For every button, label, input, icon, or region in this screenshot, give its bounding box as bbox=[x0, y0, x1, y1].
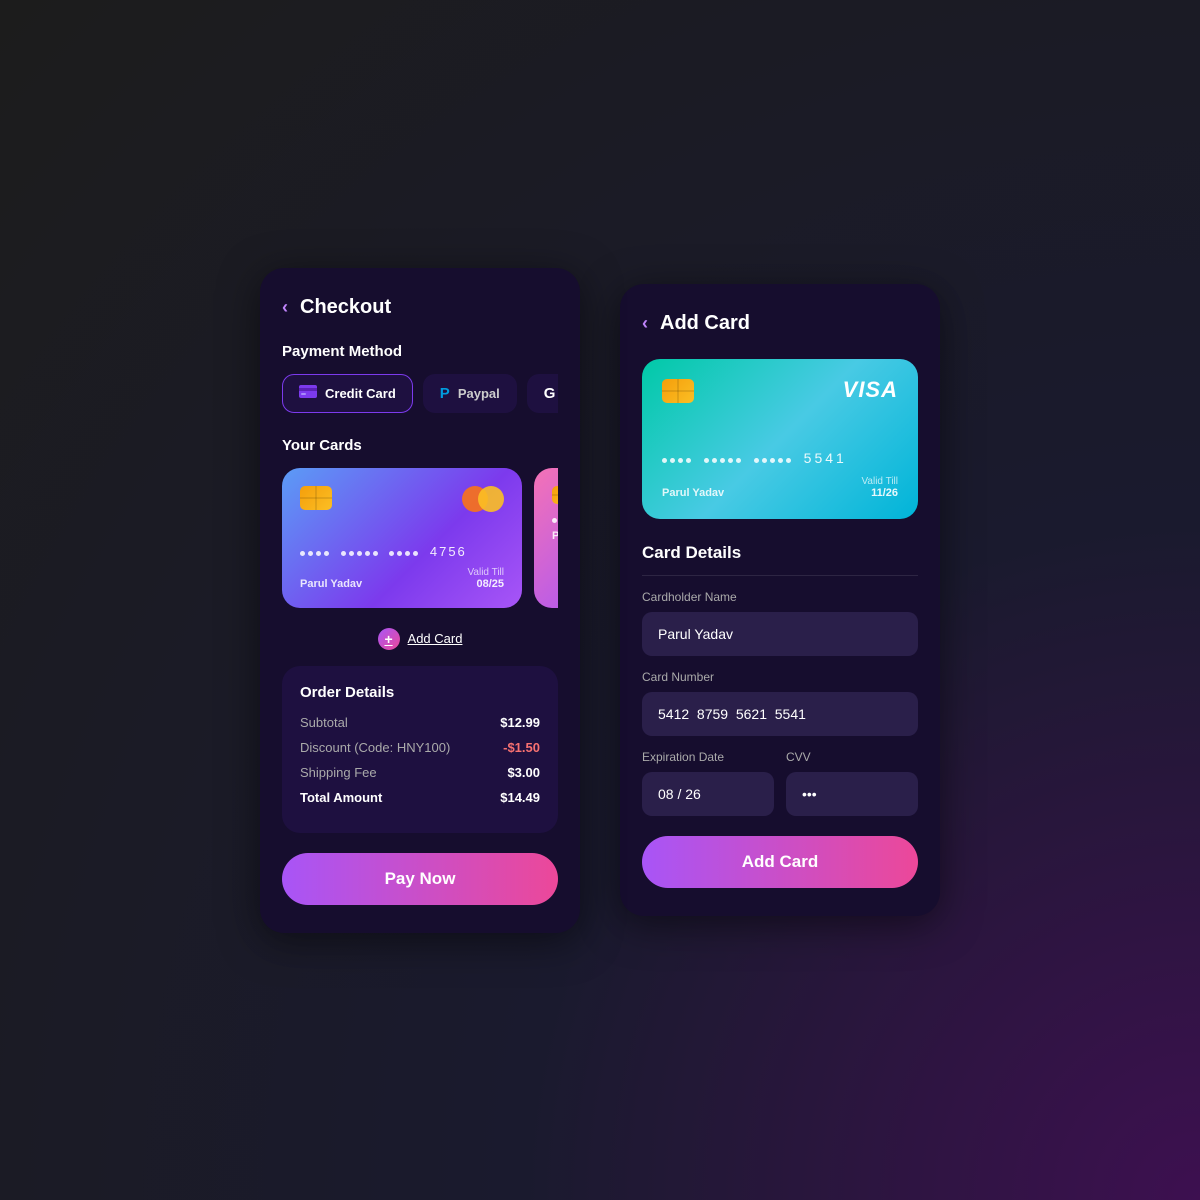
visa-valid-value: 11/26 bbox=[862, 487, 899, 499]
your-cards-title: Your Cards bbox=[282, 437, 558, 454]
card-item-1[interactable]: 4756 Parul Yadav Valid Till 08/25 bbox=[282, 468, 522, 608]
visa-brand-text: VISA bbox=[843, 377, 898, 403]
order-shipping-value: $3.00 bbox=[507, 765, 540, 780]
card-details-title: Card Details bbox=[642, 543, 918, 576]
visa-card-name: Parul Yadav bbox=[662, 487, 724, 499]
checkout-panel: ‹ Checkout Payment Method Credit Card P … bbox=[260, 268, 580, 933]
card-chip-2 bbox=[552, 486, 558, 504]
payment-methods-row: Credit Card P Paypal G GPay bbox=[282, 374, 558, 413]
addcard-header: ‹ Add Card bbox=[642, 312, 918, 335]
add-circle-icon: + bbox=[378, 628, 400, 650]
mastercard-logo-1 bbox=[462, 486, 504, 512]
expiry-col: Expiration Date bbox=[642, 736, 774, 816]
visa-card-number: 5541 bbox=[662, 450, 898, 466]
order-total-label: Total Amount bbox=[300, 790, 382, 805]
card-valid-label-1: Valid Till bbox=[468, 567, 505, 578]
paypal-label: Paypal bbox=[458, 386, 500, 401]
payment-method-title: Payment Method bbox=[282, 343, 558, 360]
cards-scroll: 4756 Parul Yadav Valid Till 08/25 bbox=[282, 468, 558, 608]
payment-paypal-button[interactable]: P Paypal bbox=[423, 374, 517, 413]
visa-card-visual: VISA 5541 Parul Yadav Valid Till 11/26 bbox=[642, 359, 918, 519]
addcard-panel: ‹ Add Card VISA 5541 Parul Yadav Valid T… bbox=[620, 284, 940, 916]
order-discount-label: Discount (Code: HNY100) bbox=[300, 740, 450, 755]
order-discount-value: -$1.50 bbox=[503, 740, 540, 755]
gpay-icon: G bbox=[544, 385, 556, 402]
visa-valid-label: Valid Till bbox=[862, 476, 899, 487]
add-card-label: Add Card bbox=[408, 631, 463, 646]
cvv-input[interactable] bbox=[786, 772, 918, 816]
paypal-icon: P bbox=[440, 385, 450, 402]
order-row-subtotal: Subtotal $12.99 bbox=[300, 715, 540, 730]
card-valid-value-1: 08/25 bbox=[468, 578, 505, 590]
checkout-header: ‹ Checkout bbox=[282, 296, 558, 319]
payment-gpay-button[interactable]: G GPay bbox=[527, 374, 558, 413]
card-name-2: Parul bbox=[552, 530, 558, 542]
cvv-col: CVV bbox=[786, 736, 918, 816]
expiration-input[interactable] bbox=[642, 772, 774, 816]
card-chip-1 bbox=[300, 486, 332, 510]
cvv-label: CVV bbox=[786, 750, 918, 764]
visa-card-chip bbox=[662, 379, 694, 403]
addcard-title: Add Card bbox=[660, 312, 750, 335]
credit-card-label: Credit Card bbox=[325, 386, 396, 401]
addcard-back-button[interactable]: ‹ bbox=[642, 313, 648, 334]
card-name-1: Parul Yadav bbox=[300, 578, 362, 590]
add-card-link[interactable]: + Add Card bbox=[282, 628, 558, 650]
order-row-shipping: Shipping Fee $3.00 bbox=[300, 765, 540, 780]
credit-card-icon bbox=[299, 385, 317, 401]
card-number-input[interactable] bbox=[642, 692, 918, 736]
card-item-2[interactable]: Parul bbox=[534, 468, 558, 608]
form-row-expiry-cvv: Expiration Date CVV bbox=[642, 736, 918, 816]
add-card-button[interactable]: Add Card bbox=[642, 836, 918, 888]
checkout-back-button[interactable]: ‹ bbox=[282, 297, 288, 318]
card-number-2 bbox=[552, 514, 558, 526]
expiration-label: Expiration Date bbox=[642, 750, 774, 764]
order-subtotal-label: Subtotal bbox=[300, 715, 348, 730]
order-details-title: Order Details bbox=[300, 684, 540, 701]
order-row-total: Total Amount $14.49 bbox=[300, 790, 540, 805]
cards-section: Your Cards 4756 bbox=[282, 437, 558, 608]
card-number-label: Card Number bbox=[642, 670, 918, 684]
cardholder-name-label: Cardholder Name bbox=[642, 590, 918, 604]
card-number-1: 4756 bbox=[300, 544, 504, 559]
cardholder-name-input[interactable] bbox=[642, 612, 918, 656]
pay-now-button[interactable]: Pay Now bbox=[282, 853, 558, 905]
payment-credit-card-button[interactable]: Credit Card bbox=[282, 374, 413, 413]
order-shipping-label: Shipping Fee bbox=[300, 765, 377, 780]
order-total-value: $14.49 bbox=[500, 790, 540, 805]
order-details-section: Order Details Subtotal $12.99 Discount (… bbox=[282, 666, 558, 833]
order-row-discount: Discount (Code: HNY100) -$1.50 bbox=[300, 740, 540, 755]
order-subtotal-value: $12.99 bbox=[500, 715, 540, 730]
checkout-title: Checkout bbox=[300, 296, 391, 319]
